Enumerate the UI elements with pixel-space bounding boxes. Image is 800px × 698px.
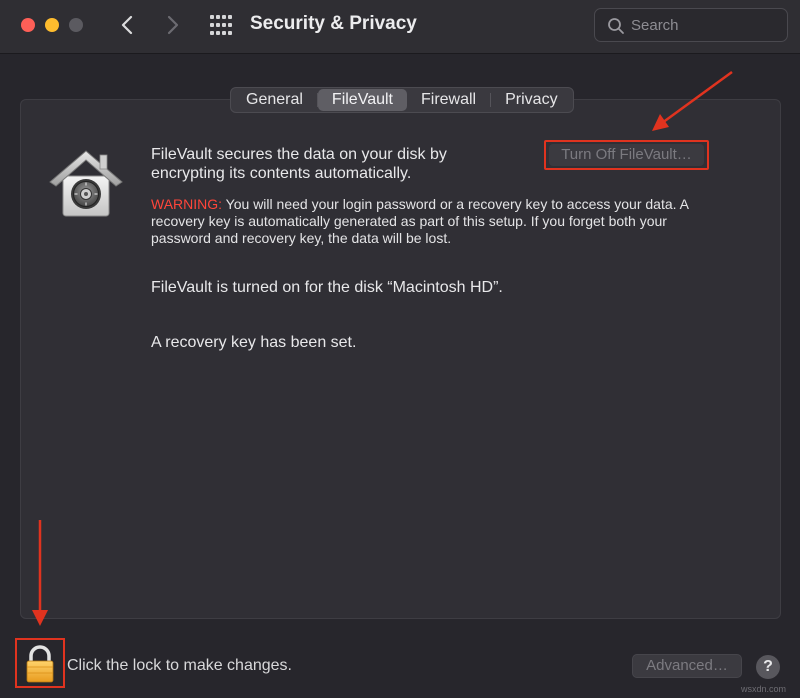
filevault-house-icon [49,150,123,217]
recovery-key-status: A recovery key has been set. [151,334,357,351]
filevault-description: FileVault secures the data on your disk … [151,146,447,182]
forward-button[interactable] [160,13,184,37]
show-all-button[interactable] [209,14,233,36]
advanced-button[interactable]: Advanced… [632,654,742,678]
lock-hint-text: Click the lock to make changes. [67,657,292,674]
chevron-right-icon [167,15,179,35]
turn-off-filevault-button[interactable]: Turn Off FileVault… [549,144,704,166]
turn-off-annotation-box: Turn Off FileVault… [544,140,709,170]
zoom-window-button[interactable] [69,18,83,32]
tab-filevault[interactable]: FileVault [317,89,407,111]
search-input[interactable] [631,15,781,35]
minimize-window-button[interactable] [45,18,59,32]
grid-icon [210,15,232,35]
filevault-disk-status: FileVault is turned on for the disk “Mac… [151,279,503,296]
tab-bar: General FileVault Firewall Privacy [230,87,574,113]
watermark: wsxdn.com [741,684,787,694]
title-bar: Security & Privacy [0,0,800,54]
close-window-button[interactable] [21,18,35,32]
window-title: Security & Privacy [250,13,417,34]
warning-message: WARNING: You will need your login passwo… [151,196,711,247]
tab-privacy[interactable]: Privacy [491,89,571,111]
warning-text: You will need your login password or a r… [151,196,689,246]
chevron-left-icon [121,15,133,35]
help-button[interactable]: ? [756,655,780,679]
search-icon [608,18,624,34]
search-field[interactable] [594,8,788,42]
back-button[interactable] [116,13,140,37]
tab-firewall[interactable]: Firewall [407,89,490,111]
warning-label: WARNING: [151,196,223,212]
lock-annotation-box [15,638,65,688]
tab-general[interactable]: General [232,89,317,111]
lock-icon[interactable] [25,645,55,683]
